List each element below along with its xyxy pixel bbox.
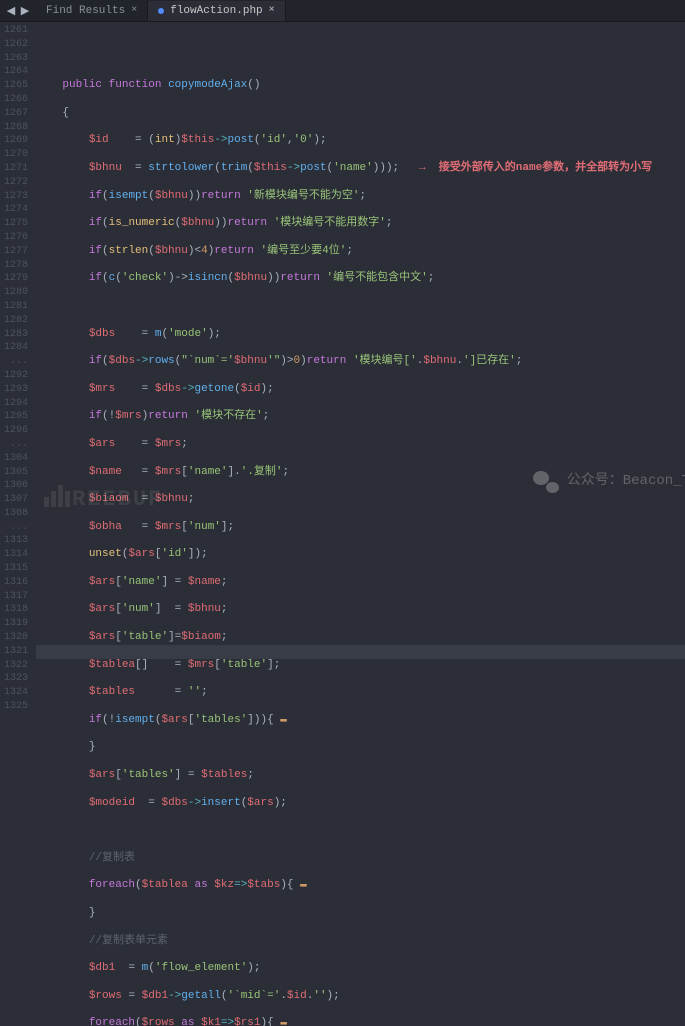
line-number: 1271 [4,162,28,176]
code-content: public function copymodeAjax() { $id = (… [36,65,685,1026]
tab-label: flowAction.php [170,5,262,17]
fold-icon[interactable]: ▬ [280,1017,287,1026]
gutter: 1261 1262 1263 1264 1265 1266 1267 1268 … [0,22,36,513]
line-number: 1270 [4,148,28,162]
annotation: 接受外部传入的name参数，并全部转为小写 [439,162,652,174]
line-number: 1283 [4,328,28,342]
line-number: 1280 [4,286,28,300]
code-area[interactable]: public function copymodeAjax() { $id = (… [36,22,685,513]
line-number: 1274 [4,203,28,217]
line-number: 1293 [4,383,28,397]
line-number: 1269 [4,134,28,148]
line-number: 1273 [4,190,28,204]
tab-label: Find Results [46,5,125,17]
fold-marker[interactable]: ... [4,355,28,369]
line-number: 1325 [4,700,28,714]
fold-icon[interactable]: ▬ [280,714,287,726]
line-number: 1267 [4,107,28,121]
line-number: 1276 [4,231,28,245]
line-number: 1307 [4,493,28,507]
line-number: 1319 [4,617,28,631]
line-number: 1323 [4,672,28,686]
fold-marker[interactable]: ... [4,521,28,535]
line-number: 1317 [4,590,28,604]
modified-dot-icon [158,8,164,14]
line-number: 1315 [4,562,28,576]
line-number: 1324 [4,686,28,700]
line-number: 1320 [4,631,28,645]
line-number: 1282 [4,314,28,328]
line-number: 1265 [4,79,28,93]
line-number: 1296 [4,424,28,438]
line-number: 1262 [4,38,28,52]
line-number: 1316 [4,576,28,590]
fold-icon[interactable]: ▬ [300,879,307,891]
line-number: 1318 [4,603,28,617]
editor[interactable]: 1261 1262 1263 1264 1265 1266 1267 1268 … [0,22,685,513]
tab-bar: ◀ ▶ Find Results × flowAction.php × [0,0,685,22]
nav-forward-icon[interactable]: ▶ [18,4,32,18]
nav-back-icon[interactable]: ◀ [4,4,18,18]
nav-arrows: ◀ ▶ [0,4,36,18]
line-number: 1272 [4,176,28,190]
line-number: 1281 [4,300,28,314]
close-icon[interactable]: × [269,5,275,16]
line-number: 1306 [4,479,28,493]
close-icon[interactable]: × [131,5,137,16]
line-number: 1313 [4,534,28,548]
line-number: 1292 [4,369,28,383]
line-number: 1275 [4,217,28,231]
line-number: 1314 [4,548,28,562]
line-number: 1294 [4,397,28,411]
line-number: 1268 [4,121,28,135]
line-number: 1304 [4,452,28,466]
line-number: 1263 [4,52,28,66]
line-number: 1322 [4,659,28,673]
line-number: 1308 [4,507,28,521]
line-number: 1266 [4,93,28,107]
line-number: 1278 [4,259,28,273]
line-number: 1264 [4,65,28,79]
line-number: 1321 [4,645,28,659]
line-number: 1305 [4,466,28,480]
line-number: 1261 [4,24,28,38]
line-number: 1284 [4,341,28,355]
line-number: 1295 [4,410,28,424]
line-number: 1277 [4,245,28,259]
tab-find-results[interactable]: Find Results × [36,1,148,21]
line-number: 1279 [4,272,28,286]
tab-flowaction[interactable]: flowAction.php × [148,1,285,21]
fold-marker[interactable]: ... [4,438,28,452]
